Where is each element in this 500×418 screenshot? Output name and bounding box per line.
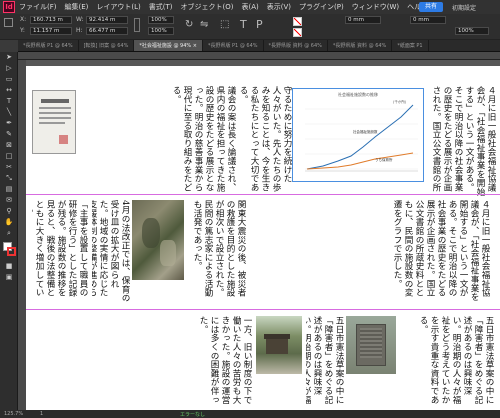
indesign-logo-icon: Id — [3, 1, 15, 13]
text-column-top-left[interactable]: 議会の案は長く論議され、県内の福祉を担ってきた施設の歴史をたどる展示となった。明… — [82, 86, 236, 200]
rectangle-frame-tool-icon[interactable]: ⊠ — [0, 140, 18, 151]
pencil-tool-icon[interactable]: ✎ — [0, 129, 18, 140]
scissors-tool-icon[interactable]: ✂ — [0, 162, 18, 173]
chart-series-total — [306, 104, 414, 170]
zoom-tool-icon[interactable]: ⌕ — [0, 228, 18, 239]
screen-mode-icon[interactable]: ▣ — [0, 272, 18, 283]
certificate-image[interactable] — [32, 90, 76, 154]
fill-swatch-icon[interactable] — [293, 17, 302, 26]
eyedropper-tool-icon[interactable]: ⚲ — [0, 206, 18, 217]
page-number[interactable]: 1 — [40, 411, 43, 417]
chart-frame[interactable]: 社会福祉施設数の推移 (千か所) 社会福祉施設数 うち保育所 — [292, 88, 424, 182]
menu-table[interactable]: 表(A) — [242, 2, 259, 12]
flip-icon[interactable]: ⇋ — [200, 19, 208, 30]
document-page[interactable]: 議会の案は長く論議され、県内の福祉を担ってきた施設の歴史をたどる展示となった。明… — [26, 66, 500, 410]
status-bar: 125.7% 1 エラーなし — [0, 410, 500, 418]
stroke-swatch-icon[interactable] — [293, 28, 302, 37]
reference-point-icon[interactable] — [4, 18, 13, 27]
constrain-proportions-icon[interactable] — [134, 18, 140, 32]
hand-tool-icon[interactable]: ✋ — [0, 217, 18, 228]
monument-photo[interactable] — [346, 316, 396, 374]
paragraph-icon[interactable]: P — [256, 18, 263, 31]
y-label: Y: — [20, 27, 25, 34]
text-frame-icon[interactable]: T — [240, 18, 247, 31]
rectangle-tool-icon[interactable]: □ — [0, 151, 18, 162]
free-transform-tool-icon[interactable]: ⤡ — [0, 173, 18, 184]
stroke-weight-field[interactable]: 0 mm — [345, 16, 381, 24]
selection-tool-icon[interactable]: ➤ — [0, 52, 18, 63]
type-tool-icon[interactable]: T — [0, 96, 18, 107]
menu-view[interactable]: 表示(V) — [267, 2, 291, 12]
text-column-bottom-right[interactable]: 五日市憲法草案の中に「障害者」をめぐる記述があるのは興味深い。明治期の人々が福祉… — [400, 316, 494, 406]
chart-series-nursery — [306, 152, 414, 170]
vertical-ruler[interactable] — [18, 60, 26, 410]
horizontal-ruler[interactable] — [18, 52, 500, 60]
tab-doc-7[interactable]: *紙面案 P1 — [392, 40, 429, 51]
x-label: X: — [20, 16, 27, 23]
gradient-tool-icon[interactable]: ▤ — [0, 184, 18, 195]
direct-selection-tool-icon[interactable]: ▷ — [0, 63, 18, 74]
opacity-field[interactable]: 100% — [455, 27, 489, 35]
menu-layout[interactable]: レイアウト(L) — [96, 2, 140, 12]
tab-doc-2[interactable]: [転換] 旧案 @ 64% — [79, 40, 135, 51]
tab-doc-6[interactable]: *長野県版 資料 @ 64% — [328, 40, 393, 51]
text-column-mid-2[interactable]: 4月の法改正では、保育の受け皿の拡大が図られた。地域の実情に応じた支援体制の整備… — [92, 200, 130, 304]
h-field[interactable]: 66.477 m — [86, 27, 128, 35]
indesign-window: Id ファイル(F) 編集(E) レイアウト(L) 書式(T) オブジェクト(O… — [0, 0, 500, 418]
share-button[interactable]: 共有 — [419, 2, 443, 12]
rotate-icon[interactable]: ↻ — [185, 19, 193, 30]
text-column-mid-4[interactable]: ４月に旧一般社会福祉協議会が、「社会福祉事業を開始する」という一文がある。そこで… — [250, 200, 490, 304]
shrine-photo[interactable] — [256, 316, 302, 374]
tools-panel: ➤ ▷ ▭ ↔ T ╲ ✒ ✎ ⊠ □ ✂ ⤡ ▤ ✉ ⚲ ✋ ⌕ ■ ▣ — [0, 52, 18, 410]
menu-bar: Id ファイル(F) 編集(E) レイアウト(L) 書式(T) オブジェクト(O… — [0, 0, 500, 14]
w-label: W: — [76, 16, 84, 23]
apply-color-icon[interactable]: ■ — [0, 261, 18, 272]
frame-divider-2 — [26, 309, 500, 310]
document-tabs: *長野県版 P1 @ 64% [転換] 旧案 @ 64% *社会福祉施設 @ 9… — [18, 40, 500, 52]
text-column-mid-1[interactable]: 「主事を設置して職員の研修を行う」とした記録が残る。施設数の推移を見ると、戦後の… — [32, 200, 88, 304]
w-field[interactable]: 92.414 m — [86, 16, 128, 24]
note-tool-icon[interactable]: ✉ — [0, 195, 18, 206]
workspace-switcher[interactable]: 初期設定 — [452, 3, 476, 12]
corner-field[interactable]: 0 mm — [410, 16, 446, 24]
preflight-status[interactable]: エラーなし — [180, 411, 205, 418]
line-tool-icon[interactable]: ╲ — [0, 107, 18, 118]
chart-series-label-nursery: うち保育所 — [375, 157, 393, 162]
text-column-bottom-mid[interactable]: 五日市憲法草案の中に「障害者」をめぐる記述があるのは興味深い。明治期の人々が福祉… — [306, 316, 344, 406]
menu-file[interactable]: ファイル(F) — [19, 2, 57, 12]
zoom-level[interactable]: 125.7% — [4, 411, 23, 417]
control-panel: X: 160.713 m Y: 11.157 m W: 92.414 m H: … — [0, 14, 500, 40]
h-label: H: — [76, 27, 83, 34]
text-column-top-right[interactable]: ４月に旧一般社会福祉協議会が、「社会福祉事業を開始する」という一文がある。そこで… — [430, 86, 496, 200]
frame-divider-1 — [26, 194, 500, 195]
menu-window[interactable]: ウィンドウ(W) — [352, 2, 399, 12]
tab-doc-active[interactable]: *社会福祉施設 @ 94% × — [134, 40, 203, 51]
tab-doc-1[interactable]: *長野県版 P1 @ 64% — [18, 40, 79, 51]
text-column-top-mid[interactable]: 守るために努力を続けた人々がいた。先人たちの歩みを知ることは、今を生きる私たちに… — [240, 86, 292, 200]
menu-object[interactable]: オブジェクト(O) — [181, 2, 234, 12]
chart-series-label-total: 社会福祉施設数 — [353, 129, 378, 134]
chart-svg: 社会福祉施設数の推移 (千か所) 社会福祉施設数 うち保育所 — [305, 91, 418, 172]
text-column-bottom-left[interactable]: 一方、旧い制度の下で働いた人々の苦労も大きかった。施設の運営には多くの困難が伴っ… — [32, 316, 252, 406]
tab-doc-4[interactable]: *長野県版 P1 @ 64% — [203, 40, 264, 51]
y-field[interactable]: 11.157 m — [30, 27, 72, 35]
text-column-mid-3[interactable]: 関東大震災の後、被災者の救護を目的とした施設が相次いで設立された。民間の篤志家に… — [188, 200, 246, 304]
gap-tool-icon[interactable]: ↔ — [0, 85, 18, 96]
fill-stroke-swatches[interactable] — [0, 239, 17, 261]
pen-tool-icon[interactable]: ✒ — [0, 118, 18, 129]
stone-wall-photo[interactable] — [132, 200, 184, 280]
scale-x-field[interactable]: 100% — [148, 16, 174, 24]
chart-gridlines — [305, 108, 418, 170]
x-field[interactable]: 160.713 m — [30, 16, 72, 24]
menu-edit[interactable]: 編集(E) — [65, 2, 89, 12]
scale-y-field[interactable]: 100% — [148, 27, 174, 35]
chart-legend: (千か所) — [393, 99, 407, 104]
selection-container-icon[interactable]: ⬚ — [220, 19, 229, 30]
page-tool-icon[interactable]: ▭ — [0, 74, 18, 85]
chart-title: 社会福祉施設数の推移 — [338, 91, 378, 97]
menu-type[interactable]: 書式(T) — [149, 2, 173, 12]
document-canvas[interactable]: 議会の案は長く論議され、県内の福祉を担ってきた施設の歴史をたどる展示となった。明… — [26, 60, 500, 410]
tab-doc-5[interactable]: *長野県版 資料 @ 64% — [264, 40, 328, 51]
menu-plugins[interactable]: プラグイン(P) — [299, 2, 344, 12]
